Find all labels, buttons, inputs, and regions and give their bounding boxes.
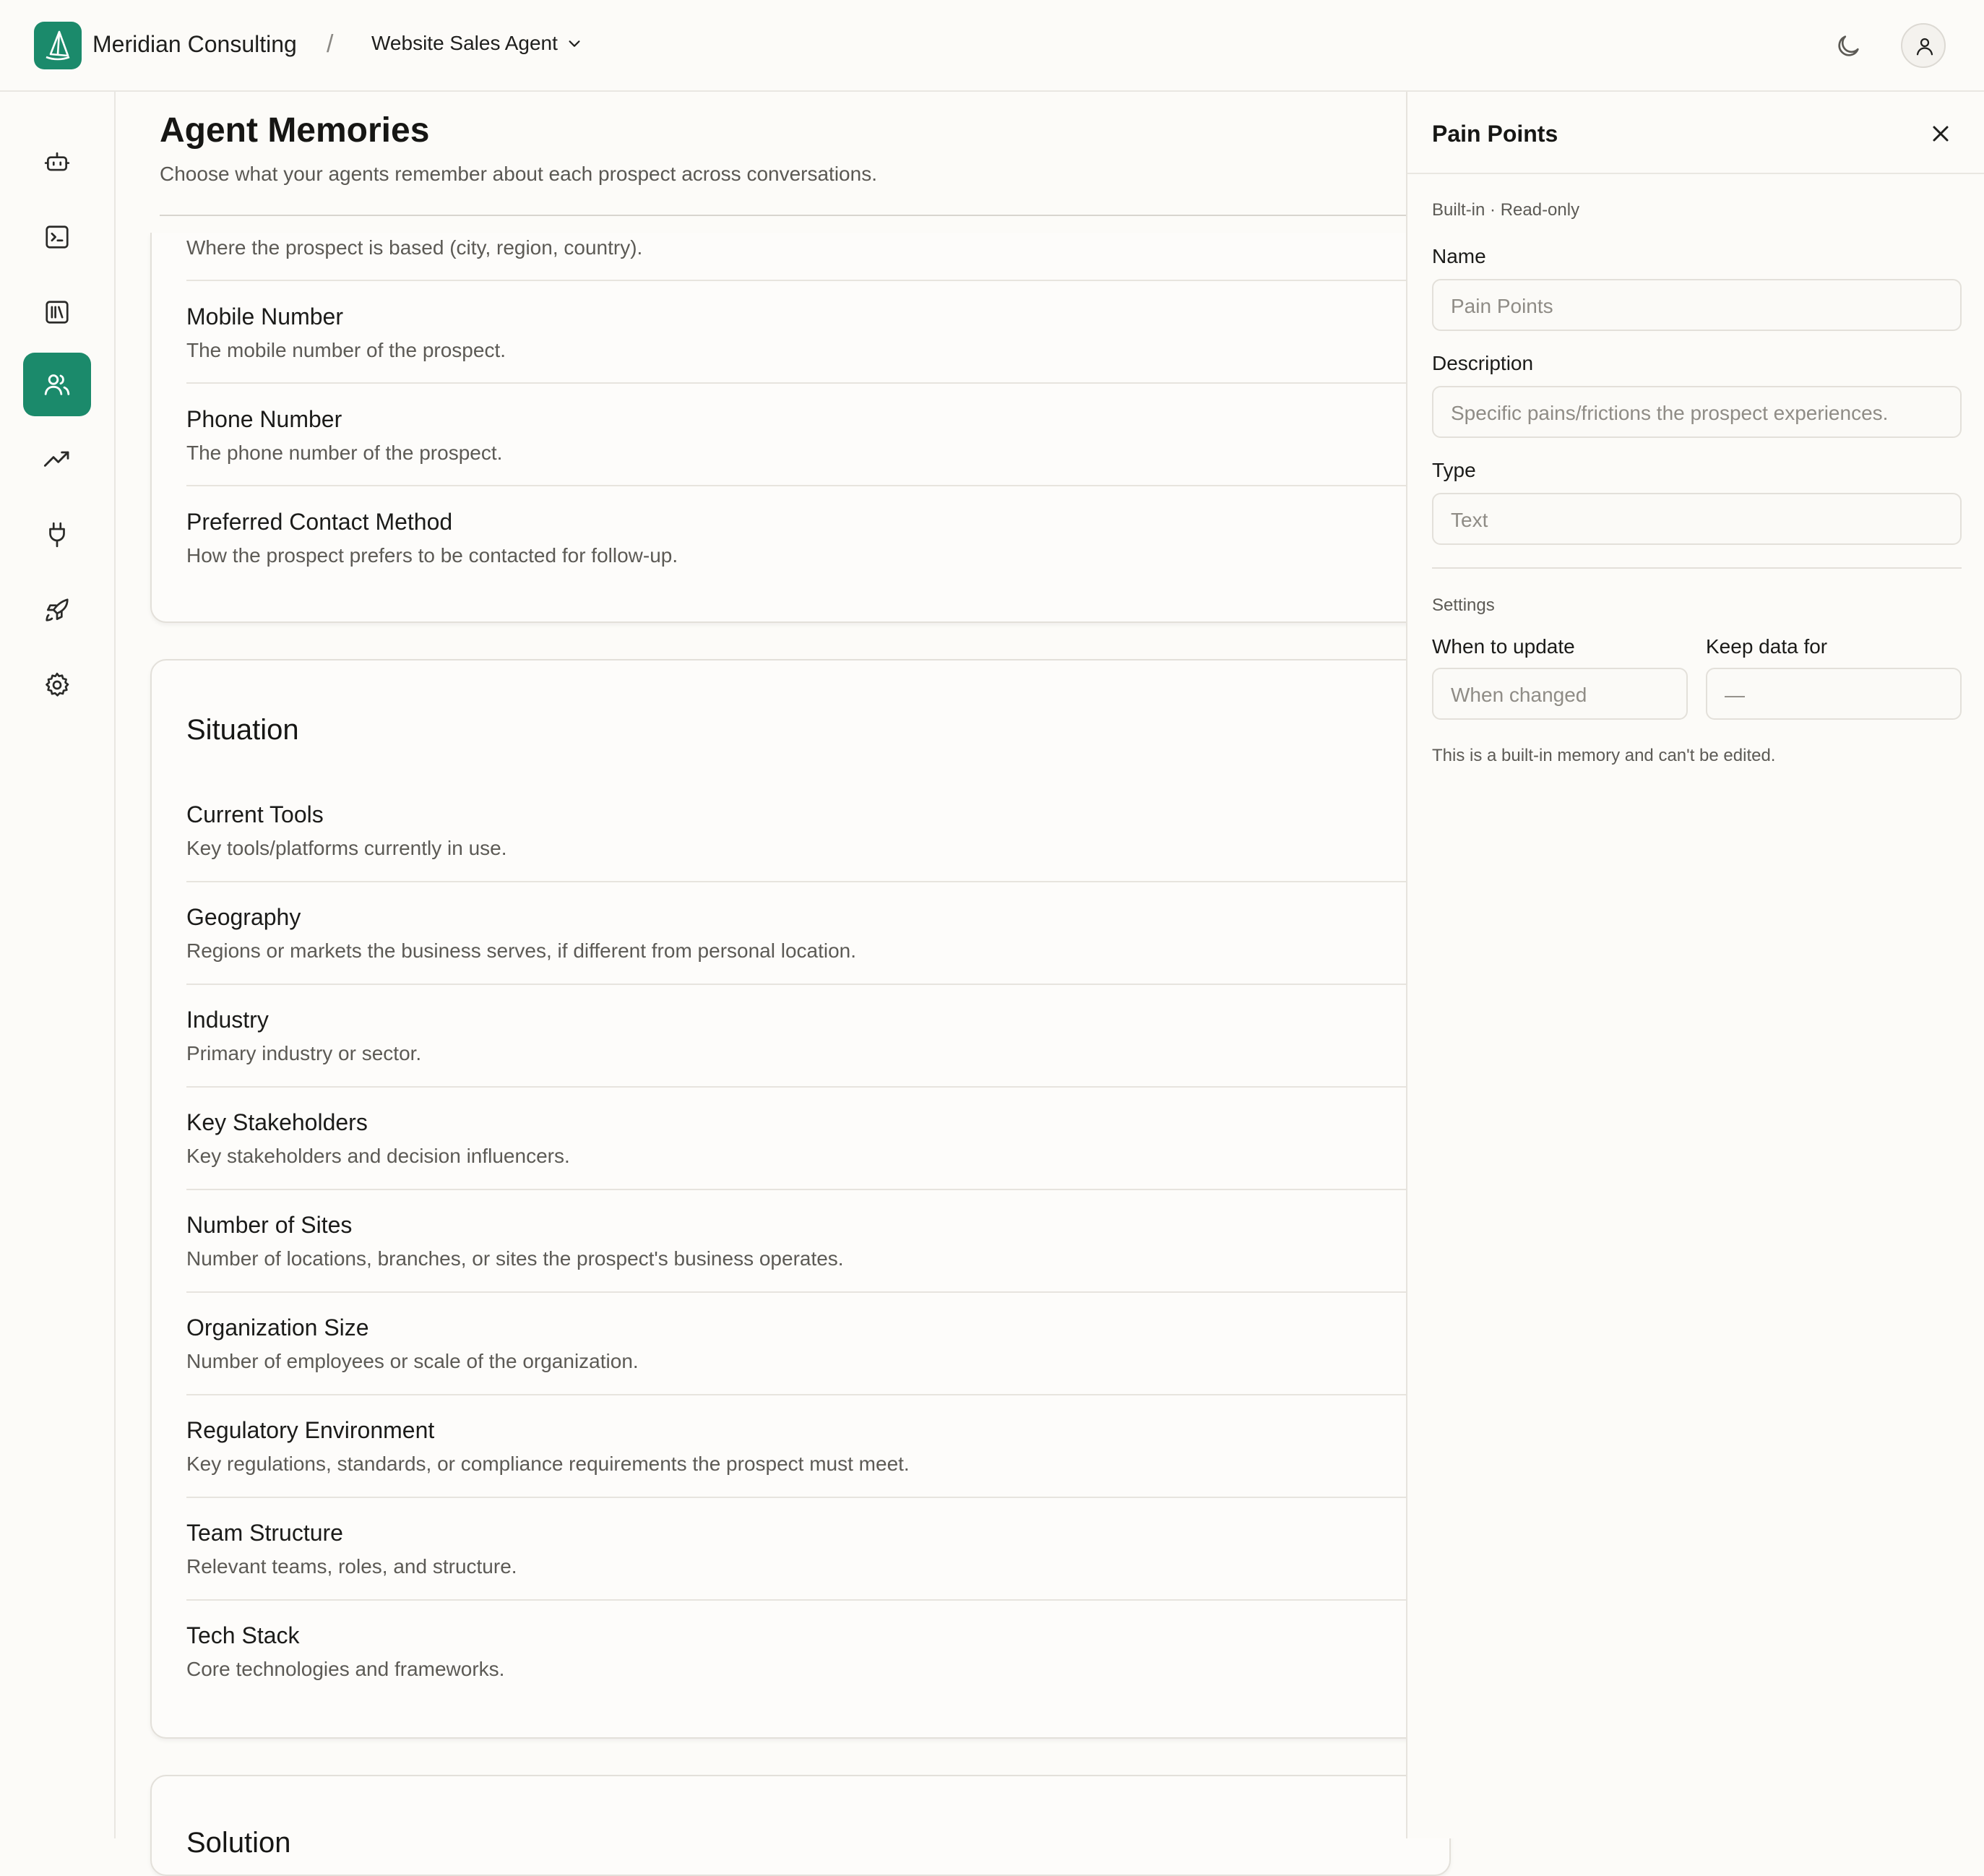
memory-row[interactable]: Regulatory Environment Key regulations, … xyxy=(186,1417,1407,1476)
side-nav xyxy=(0,92,116,1838)
nav-robot-icon[interactable] xyxy=(23,130,91,194)
row-divider xyxy=(186,1599,1407,1601)
panel-divider xyxy=(1407,173,1984,174)
keep-data-for-field[interactable]: — xyxy=(1706,668,1962,720)
org-name[interactable]: Meridian Consulting xyxy=(92,31,297,58)
memory-detail-panel: Pain Points Built-in · Read-only Name Pa… xyxy=(1406,92,1984,1838)
memory-description: How the prospect prefers to be contacted… xyxy=(186,544,678,567)
memory-row[interactable]: Team Structure Relevant teams, roles, an… xyxy=(186,1520,1407,1578)
type-field[interactable]: Text xyxy=(1432,493,1962,545)
keep-data-for-label: Keep data for xyxy=(1706,635,1828,658)
user-avatar-button[interactable] xyxy=(1901,23,1946,68)
description-field[interactable]: Specific pains/frictions the prospect ex… xyxy=(1432,386,1962,438)
when-to-update-label: When to update xyxy=(1432,635,1575,658)
row-divider xyxy=(186,1189,1407,1190)
memory-description: The mobile number of the prospect. xyxy=(186,339,506,361)
row-divider xyxy=(186,485,1407,486)
settings-divider xyxy=(1432,567,1962,569)
nav-plug-icon[interactable] xyxy=(23,503,91,567)
type-label: Type xyxy=(1432,459,1476,481)
memory-description: Primary industry or sector. xyxy=(186,1042,422,1064)
memory-description: Core technologies and frameworks. xyxy=(186,1658,505,1680)
memory-row[interactable]: Industry Primary industry or sector. xyxy=(186,1007,1407,1065)
row-divider xyxy=(186,382,1407,384)
moon-icon[interactable] xyxy=(1834,32,1863,61)
memory-row[interactable]: Organization Size Number of employees or… xyxy=(186,1315,1407,1373)
read-only-note: This is a built-in memory and can't be e… xyxy=(1432,746,1776,765)
memory-row[interactable]: Where the prospect is based (city, regio… xyxy=(186,236,1407,259)
header-divider xyxy=(160,215,1407,216)
section-title: Situation xyxy=(186,714,299,746)
description-label: Description xyxy=(1432,352,1534,374)
close-icon[interactable] xyxy=(1928,121,1954,147)
page-title: Agent Memories xyxy=(160,111,430,150)
name-label: Name xyxy=(1432,245,1486,267)
row-divider xyxy=(186,984,1407,985)
section-title: Solution xyxy=(186,1827,291,1859)
memory-description: The phone number of the prospect. xyxy=(186,442,503,464)
agent-selector[interactable]: Website Sales Agent xyxy=(371,32,582,55)
nav-settings-icon[interactable] xyxy=(23,653,91,717)
memory-title: Geography xyxy=(186,904,301,930)
memory-description: Number of employees or scale of the orga… xyxy=(186,1350,639,1372)
logo-icon[interactable] xyxy=(34,22,82,69)
row-divider xyxy=(186,1394,1407,1395)
memory-row[interactable]: Tech Stack Core technologies and framewo… xyxy=(186,1622,1407,1681)
memory-description: Number of locations, branches, or sites … xyxy=(186,1247,844,1270)
nav-rocket-icon[interactable] xyxy=(23,578,91,642)
memory-description: Key regulations, standards, or complianc… xyxy=(186,1453,910,1475)
chevron-down-icon xyxy=(569,40,580,47)
memory-title: Phone Number xyxy=(186,406,342,432)
memory-row[interactable]: Phone Number The phone number of the pro… xyxy=(186,406,1407,465)
memory-title: Industry xyxy=(186,1007,269,1033)
user-icon xyxy=(1916,38,1933,56)
panel-title: Pain Points xyxy=(1432,121,1558,147)
memory-description: Regions or markets the business serves, … xyxy=(186,939,857,962)
memory-description: Key tools/platforms currently in use. xyxy=(186,837,507,859)
row-divider xyxy=(186,881,1407,882)
solution-section-card xyxy=(150,1775,1451,1876)
memory-description: Where the prospect is based (city, regio… xyxy=(186,236,643,259)
memory-description: Key stakeholders and decision influencer… xyxy=(186,1145,570,1167)
memory-row[interactable]: Preferred Contact Method How the prospec… xyxy=(186,509,1407,567)
memory-meta: Built-in · Read-only xyxy=(1432,200,1580,220)
page-subtitle: Choose what your agents remember about e… xyxy=(160,163,877,185)
row-divider xyxy=(186,1497,1407,1498)
memory-row[interactable]: Key Stakeholders Key stakeholders and de… xyxy=(186,1109,1407,1168)
memory-title: Tech Stack xyxy=(186,1622,300,1648)
memory-row[interactable]: Number of Sites Number of locations, bra… xyxy=(186,1212,1407,1270)
memory-row[interactable]: Mobile Number The mobile number of the p… xyxy=(186,304,1407,362)
memory-row[interactable]: Current Tools Key tools/platforms curren… xyxy=(186,801,1407,860)
memory-title: Regulatory Environment xyxy=(186,1417,435,1443)
memory-description: Relevant teams, roles, and structure. xyxy=(186,1555,517,1578)
nav-terminal-icon[interactable] xyxy=(23,205,91,269)
row-divider xyxy=(186,280,1407,281)
nav-library-icon[interactable] xyxy=(23,280,91,344)
when-to-update-field[interactable]: When changed xyxy=(1432,668,1688,720)
memory-title: Team Structure xyxy=(186,1520,343,1546)
memory-title: Preferred Contact Method xyxy=(186,509,453,535)
breadcrumb-separator: / xyxy=(327,30,334,58)
memory-title: Mobile Number xyxy=(186,304,343,330)
nav-users-icon[interactable] xyxy=(23,353,91,416)
top-bar: Meridian Consulting / Website Sales Agen… xyxy=(0,0,1984,92)
row-divider xyxy=(186,1086,1407,1088)
settings-label: Settings xyxy=(1432,595,1495,615)
memory-title: Organization Size xyxy=(186,1315,369,1341)
nav-trending-icon[interactable] xyxy=(23,428,91,491)
memory-title: Key Stakeholders xyxy=(186,1109,368,1135)
agent-selector-label: Website Sales Agent xyxy=(371,32,558,54)
memory-title: Current Tools xyxy=(186,801,324,827)
memory-title: Number of Sites xyxy=(186,1212,353,1238)
name-field[interactable]: Pain Points xyxy=(1432,279,1962,331)
memory-row[interactable]: Geography Regions or markets the busines… xyxy=(186,904,1407,963)
row-divider xyxy=(186,1291,1407,1293)
